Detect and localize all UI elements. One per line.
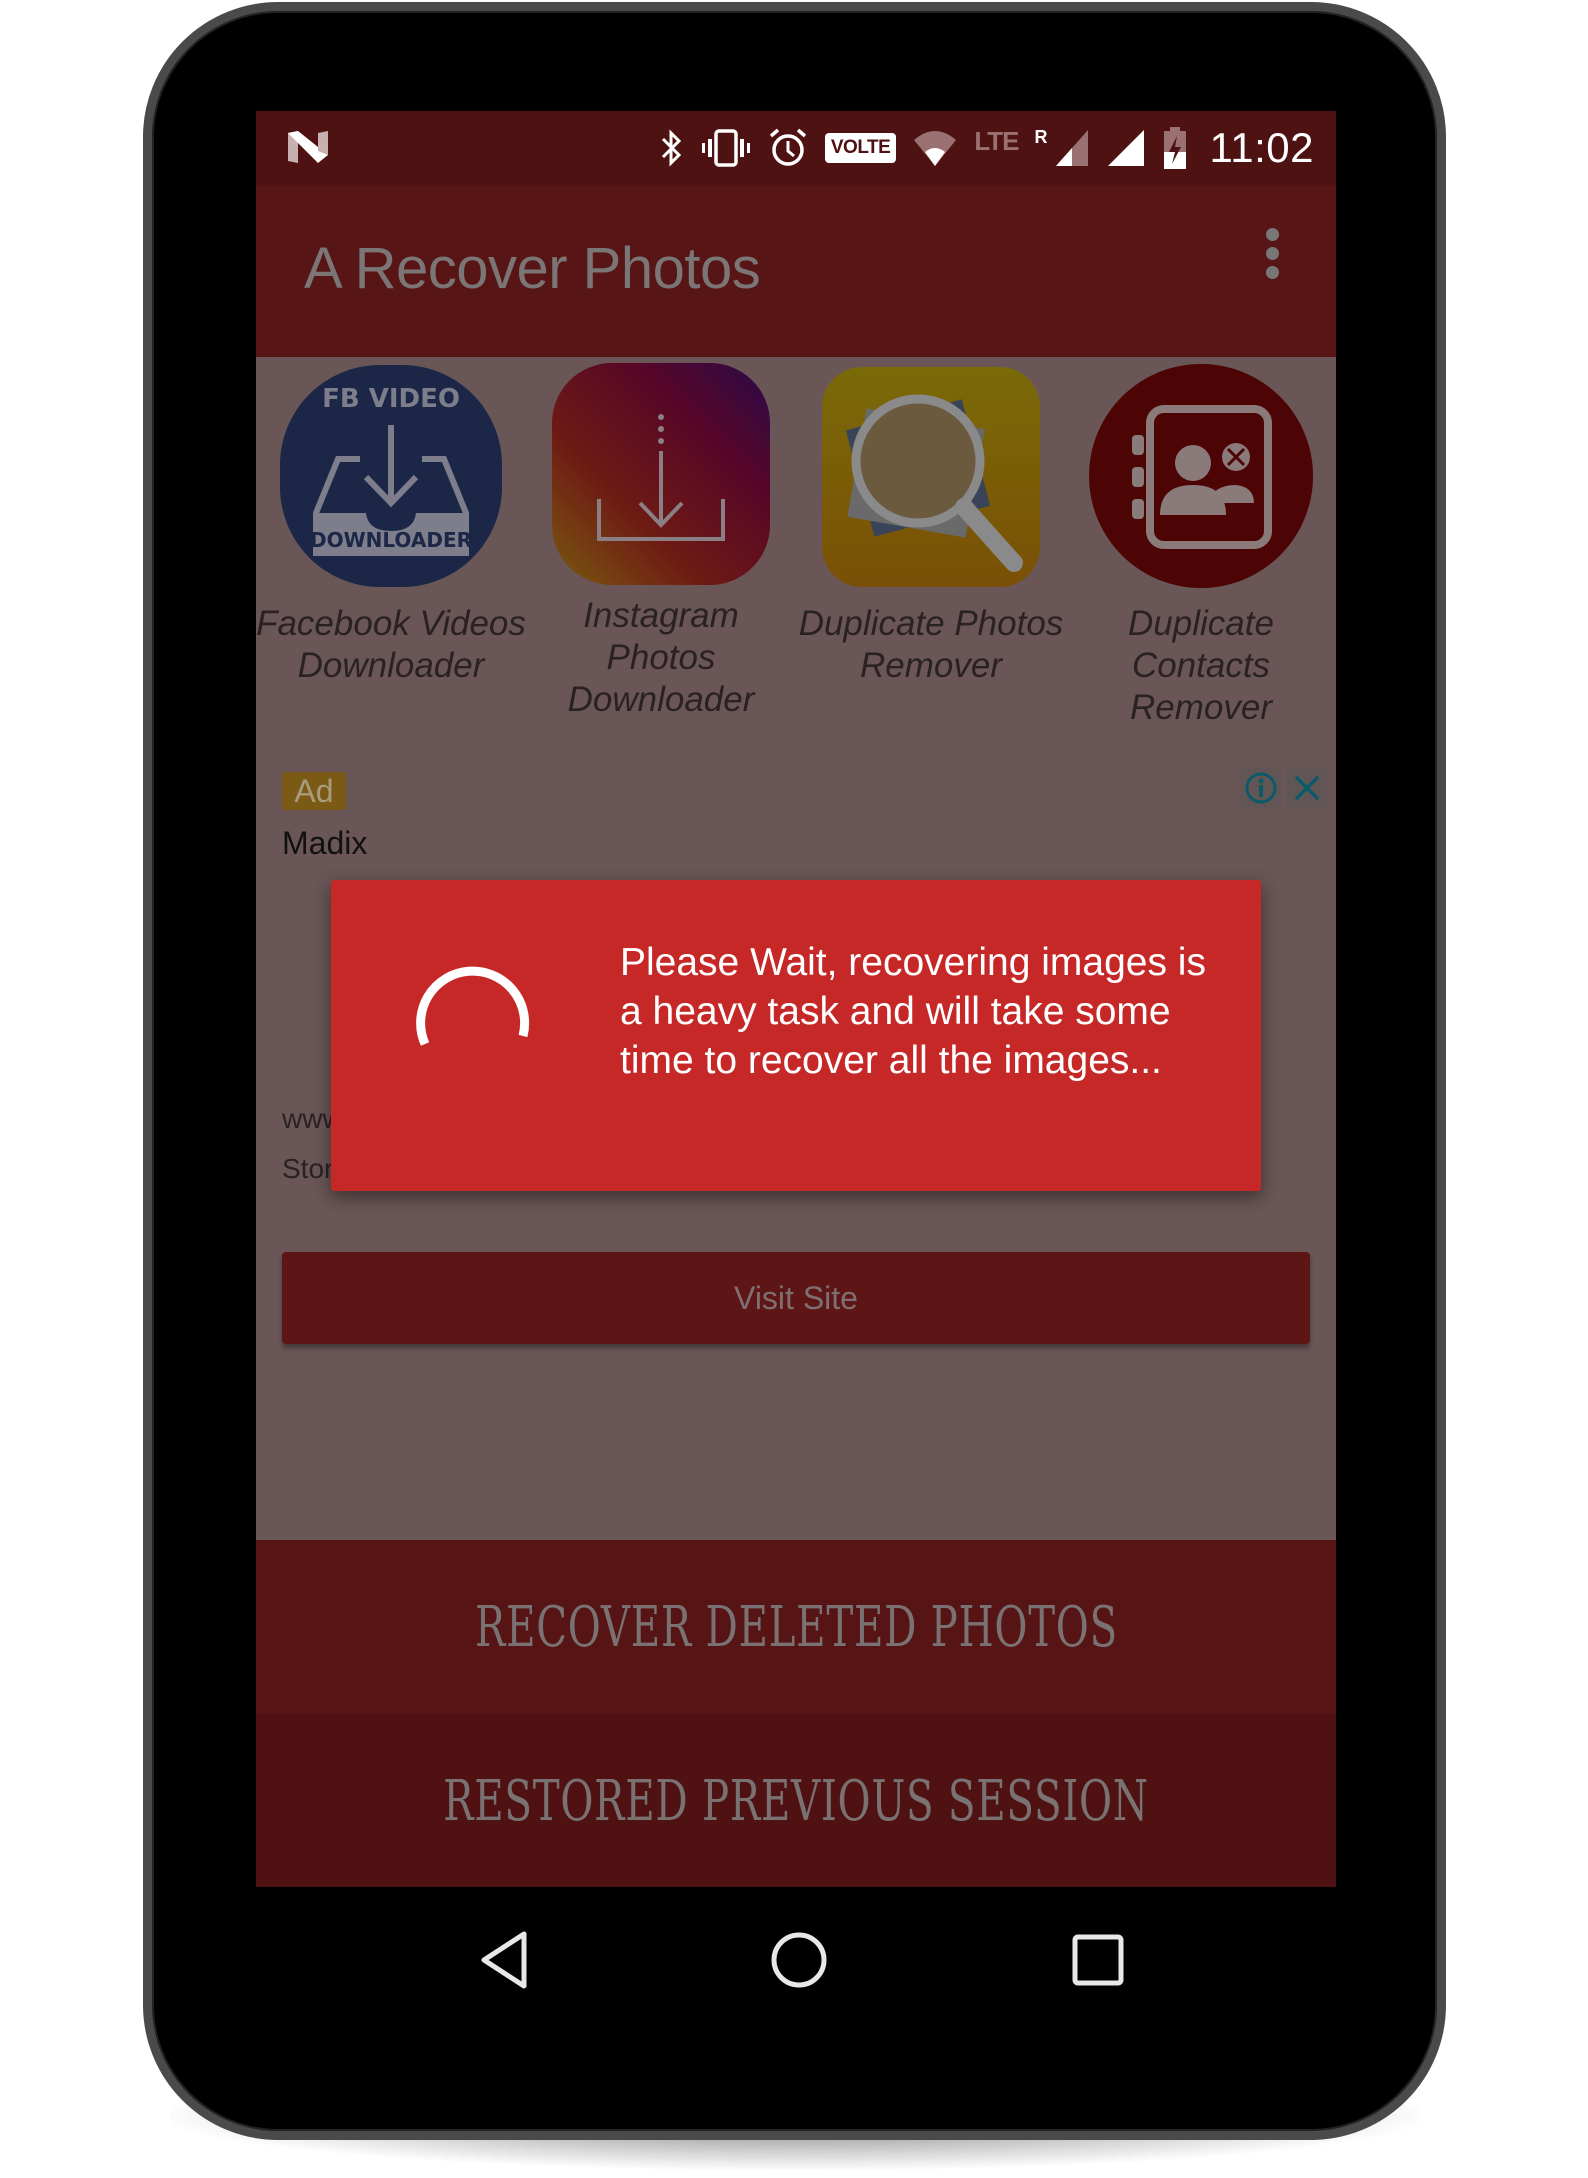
app-bar: A Recover Photos: [256, 185, 1336, 357]
promo-app-label: Facebook Videos Downloader: [256, 604, 526, 685]
signal-icon: [1106, 128, 1146, 168]
bluetooth-icon: [659, 128, 685, 168]
battery-charging-icon: [1162, 126, 1188, 170]
back-icon[interactable]: [469, 1925, 539, 1995]
svg-text:DOWNLOADER: DOWNLOADER: [310, 528, 472, 552]
overflow-menu-icon[interactable]: [1260, 225, 1284, 289]
loading-message: Please Wait, recovering images is a heav…: [620, 941, 1206, 1082]
promo-app-label: Duplicate Photos Remover: [798, 604, 1064, 685]
instagram-downloader-icon: [552, 363, 770, 585]
action-panel: RECOVER DELETED PHOTOS RESTORED PREVIOUS…: [256, 1540, 1336, 1887]
recover-deleted-photos-label: RECOVER DELETED PHOTOS: [474, 1594, 1118, 1660]
volte-icon: VOLTE: [824, 133, 897, 163]
ad-advertiser: Madix: [282, 825, 368, 861]
restored-previous-session-label: RESTORED PREVIOUS SESSION: [443, 1768, 1149, 1834]
restored-previous-session-button[interactable]: RESTORED PREVIOUS SESSION: [256, 1714, 1336, 1887]
recover-deleted-photos-button[interactable]: RECOVER DELETED PHOTOS: [256, 1540, 1336, 1714]
duplicate-contacts-icon: [1089, 364, 1313, 588]
loading-dialog: Please Wait, recovering images is a heav…: [331, 880, 1261, 1191]
svg-text:FB VIDEO: FB VIDEO: [322, 384, 460, 414]
fb-video-downloader-icon: FB VIDEO DOWNLOADER: [280, 365, 502, 587]
ad-badge: Ad: [282, 772, 346, 810]
wifi-icon: [912, 128, 958, 168]
recents-icon[interactable]: [1063, 1925, 1133, 1995]
alarm-icon: [767, 127, 809, 169]
roaming-signal-icon: [1054, 128, 1090, 168]
app-title: A Recover Photos: [304, 236, 761, 301]
promo-app-label: Instagram Photos Downloader: [567, 596, 755, 719]
status-bar: VOLTE LTE R 11:02: [256, 111, 1336, 185]
clock: 11:02: [1209, 124, 1314, 171]
roaming-indicator: R: [1034, 126, 1048, 147]
vibrate-icon: [701, 128, 751, 168]
lte-icon: LTE: [974, 125, 1019, 156]
promo-apps-grid: FB VIDEO DOWNLOADER Facebook Videos Down…: [256, 363, 1336, 743]
promo-app-label: Duplicate Contacts Remover: [1128, 604, 1274, 727]
device-screen: VOLTE LTE R 11:02 A Recover Photos FB VI…: [256, 111, 1336, 1887]
android-n-icon: [288, 131, 328, 163]
info-icon[interactable]: [1240, 767, 1282, 809]
loading-spinner-icon: [416, 966, 530, 1046]
visit-site-button[interactable]: Visit Site: [282, 1252, 1310, 1344]
navigation-bar: [256, 1887, 1336, 2037]
duplicate-photos-icon: [822, 367, 1040, 587]
close-icon[interactable]: [1286, 767, 1328, 809]
home-icon[interactable]: [764, 1925, 834, 1995]
status-icons: VOLTE LTE R 11:02: [659, 121, 1314, 175]
